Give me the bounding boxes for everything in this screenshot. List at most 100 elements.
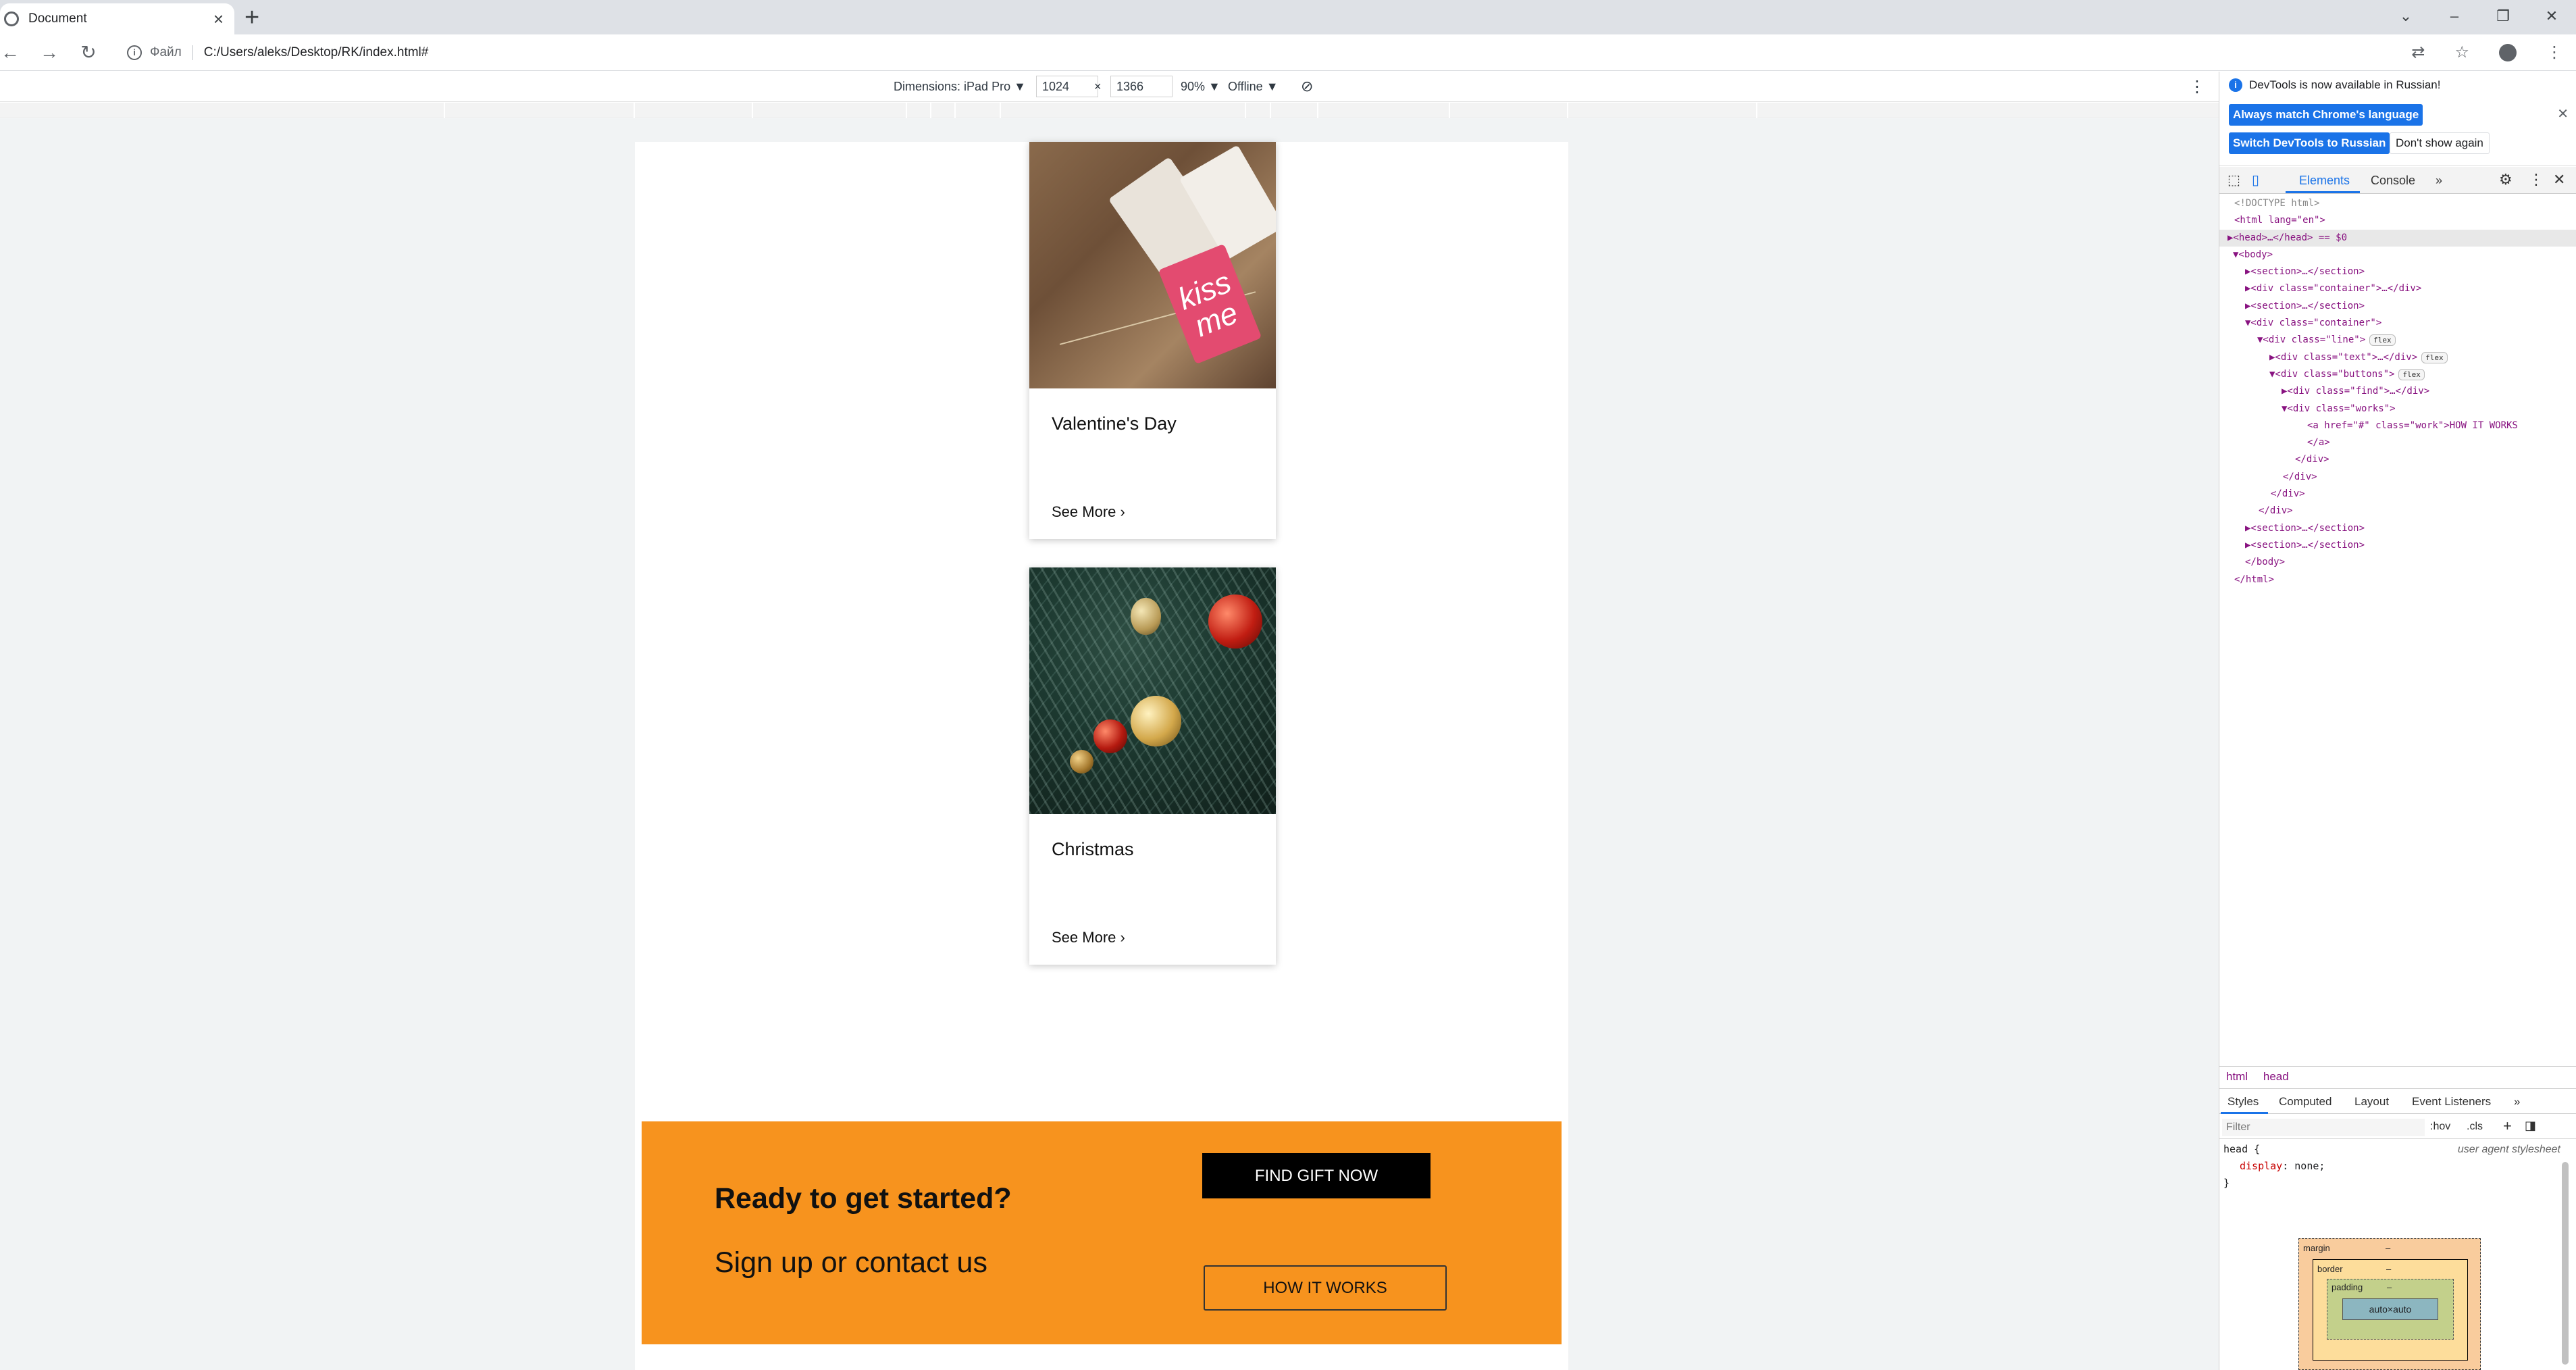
gift-tags-photo: kiss me bbox=[1029, 142, 1276, 388]
box-model-border: border – padding – auto×auto bbox=[2313, 1259, 2468, 1361]
flex-badge[interactable]: flex bbox=[2369, 334, 2396, 347]
devtools-close-icon[interactable]: ✕ bbox=[2553, 171, 2565, 188]
dom-node[interactable]: </a> bbox=[2219, 434, 2576, 451]
toolbar-actions: ⇄ ☆ ⋮ bbox=[2381, 43, 2562, 62]
new-rule-icon[interactable]: + bbox=[2503, 1117, 2512, 1135]
dom-node[interactable]: ▼<body> bbox=[2219, 247, 2576, 263]
tab-search-icon[interactable]: ⌄ bbox=[2381, 7, 2430, 25]
new-tab-button[interactable]: + bbox=[244, 5, 259, 30]
tab-styles[interactable]: Styles bbox=[2227, 1095, 2259, 1109]
dom-node[interactable]: ▶<section>…</section> bbox=[2219, 537, 2576, 554]
padding-top-value[interactable]: – bbox=[2387, 1282, 2392, 1292]
breadcrumb-head[interactable]: head bbox=[2263, 1070, 2289, 1083]
dom-node[interactable]: <html lang="en"> bbox=[2219, 212, 2576, 229]
window-close-icon[interactable]: ✕ bbox=[2527, 7, 2576, 25]
reload-icon[interactable]: ↻ bbox=[78, 41, 99, 64]
dom-node[interactable]: </div> bbox=[2219, 469, 2576, 486]
devtools-tabbar: ⬚ ▯ Elements Console » ⚙ ⋮ ✕ bbox=[2219, 167, 2576, 194]
find-gift-button[interactable]: FIND GIFT NOW bbox=[1202, 1153, 1431, 1198]
dom-node[interactable]: ▶<div class="find">…</div> bbox=[2219, 383, 2576, 400]
dom-node[interactable]: </div> bbox=[2219, 451, 2576, 468]
cls-toggle[interactable]: .cls bbox=[2467, 1121, 2483, 1133]
dom-node[interactable]: ▼<div class="container"> bbox=[2219, 315, 2576, 332]
card-christmas[interactable]: Christmas See More › bbox=[1029, 567, 1276, 965]
dom-node[interactable]: ▼<div class="buttons"> flex bbox=[2219, 366, 2576, 383]
device-toggle-icon[interactable]: ▯ bbox=[2252, 172, 2259, 188]
dom-node[interactable]: <!DOCTYPE html> bbox=[2219, 195, 2576, 212]
dom-node-selected[interactable]: ▶<head>…</head> == $0 bbox=[2219, 229, 2576, 247]
infobar-close-icon[interactable]: ✕ bbox=[2557, 105, 2569, 122]
dom-node[interactable]: </html> bbox=[2219, 572, 2576, 588]
dont-show-again-button[interactable]: Don't show again bbox=[2390, 132, 2490, 154]
inspect-element-icon[interactable]: ⬚ bbox=[2227, 172, 2240, 188]
device-more-icon[interactable]: ⋮ bbox=[2189, 77, 2205, 97]
tab-elements[interactable]: Elements bbox=[2299, 174, 2350, 188]
tab-computed[interactable]: Computed bbox=[2279, 1095, 2332, 1109]
more-tabs-icon[interactable]: » bbox=[2514, 1095, 2520, 1109]
bookmark-star-icon[interactable]: ☆ bbox=[2454, 43, 2469, 62]
media-query-ruler[interactable] bbox=[0, 103, 2219, 118]
dom-node[interactable]: </div> bbox=[2219, 503, 2576, 519]
cta-heading: Ready to get started? bbox=[715, 1182, 1012, 1215]
minimize-icon[interactable]: – bbox=[2430, 7, 2479, 25]
see-more-link[interactable]: See More › bbox=[1052, 503, 1125, 521]
chrome-menu-icon[interactable]: ⋮ bbox=[2546, 43, 2562, 62]
see-more-link[interactable]: See More › bbox=[1052, 929, 1125, 946]
dom-node[interactable]: ▶<section>…</section> bbox=[2219, 520, 2576, 537]
tab-close-icon[interactable]: × bbox=[213, 10, 224, 28]
zoom-select[interactable]: 90% ▼ bbox=[1181, 80, 1220, 94]
styles-scrollbar-thumb[interactable] bbox=[2562, 1162, 2569, 1365]
more-tabs-icon[interactable]: » bbox=[2436, 174, 2442, 188]
dom-node[interactable]: </div> bbox=[2219, 486, 2576, 503]
styles-filter-input[interactable] bbox=[2222, 1119, 2425, 1136]
device-dimensions-select[interactable]: Dimensions: iPad Pro ▼ bbox=[894, 80, 1026, 94]
computed-sidebar-icon[interactable]: ◨ bbox=[2525, 1119, 2536, 1133]
hov-toggle[interactable]: :hov bbox=[2430, 1121, 2450, 1133]
card-title: Christmas bbox=[1052, 839, 1134, 859]
address-bar[interactable]: i Файл C:/Users/aleks/Desktop/RK/index.h… bbox=[119, 40, 2381, 66]
flex-badge[interactable]: flex bbox=[2398, 368, 2425, 380]
url-text[interactable]: C:/Users/aleks/Desktop/RK/index.html# bbox=[204, 45, 429, 60]
browser-tab[interactable]: Document × bbox=[0, 3, 234, 34]
dom-node[interactable]: ▼<div class="line"> flex bbox=[2219, 332, 2576, 349]
tab-strip: Document × + ⌄ – ❐ ✕ bbox=[0, 0, 2576, 34]
forward-icon[interactable]: → bbox=[39, 42, 59, 64]
dom-node[interactable]: ▼<div class="works"> bbox=[2219, 401, 2576, 417]
settings-gear-icon[interactable]: ⚙ bbox=[2499, 171, 2513, 188]
dom-node[interactable]: ▶<div class="text">…</div> flex bbox=[2219, 349, 2576, 366]
back-icon[interactable]: ← bbox=[0, 42, 20, 64]
infobar-message: DevTools is now available in Russian! bbox=[2249, 78, 2441, 91]
dom-tree: <!DOCTYPE html> <html lang="en"> ▶<head>… bbox=[2219, 195, 2576, 588]
profile-avatar-icon[interactable] bbox=[2499, 43, 2517, 61]
device-width-input[interactable]: 1024 bbox=[1036, 76, 1098, 97]
flex-badge[interactable]: flex bbox=[2421, 351, 2448, 363]
tab-layout[interactable]: Layout bbox=[2354, 1095, 2389, 1109]
dom-node[interactable]: ▶<div class="container">…</div> bbox=[2219, 280, 2576, 297]
breadcrumb-html[interactable]: html bbox=[2226, 1070, 2248, 1083]
devtools-menu-icon[interactable]: ⋮ bbox=[2529, 171, 2544, 188]
dom-node[interactable]: ▶<section>…</section> bbox=[2219, 263, 2576, 280]
breadcrumb: html head bbox=[2219, 1066, 2576, 1088]
switch-russian-button[interactable]: Switch DevTools to Russian bbox=[2229, 132, 2390, 154]
how-it-works-button[interactable]: HOW IT WORKS bbox=[1204, 1265, 1447, 1311]
window-controls: ⌄ – ❐ ✕ bbox=[2381, 0, 2576, 32]
device-height-input[interactable]: 1366 bbox=[1110, 76, 1173, 97]
card-valentines[interactable]: kiss me Valentine's Day See More › bbox=[1029, 142, 1276, 539]
translate-icon[interactable]: ⇄ bbox=[2411, 43, 2425, 62]
match-language-button[interactable]: Always match Chrome's language bbox=[2229, 104, 2423, 126]
dom-node[interactable]: <a href="#" class="work">HOW IT WORKS bbox=[2219, 417, 2576, 434]
rule-declaration[interactable]: display: none; bbox=[2223, 1158, 2576, 1175]
border-label: border bbox=[2317, 1264, 2343, 1274]
margin-top-value[interactable]: – bbox=[2386, 1243, 2390, 1253]
tab-event-listeners[interactable]: Event Listeners bbox=[2412, 1095, 2491, 1109]
dom-node[interactable]: ▶<section>…</section> bbox=[2219, 298, 2576, 315]
throttle-select[interactable]: Offline ▼ bbox=[1228, 80, 1279, 94]
dom-node[interactable]: </body> bbox=[2219, 554, 2576, 571]
border-top-value[interactable]: – bbox=[2386, 1264, 2391, 1274]
info-icon[interactable]: i bbox=[127, 45, 142, 60]
tab-console[interactable]: Console bbox=[2371, 174, 2415, 188]
restore-icon[interactable]: ❐ bbox=[2479, 7, 2527, 25]
rotate-icon[interactable]: ⊘ bbox=[1301, 78, 1313, 95]
box-model-content[interactable]: auto×auto bbox=[2342, 1298, 2438, 1320]
margin-label: margin bbox=[2303, 1243, 2330, 1253]
